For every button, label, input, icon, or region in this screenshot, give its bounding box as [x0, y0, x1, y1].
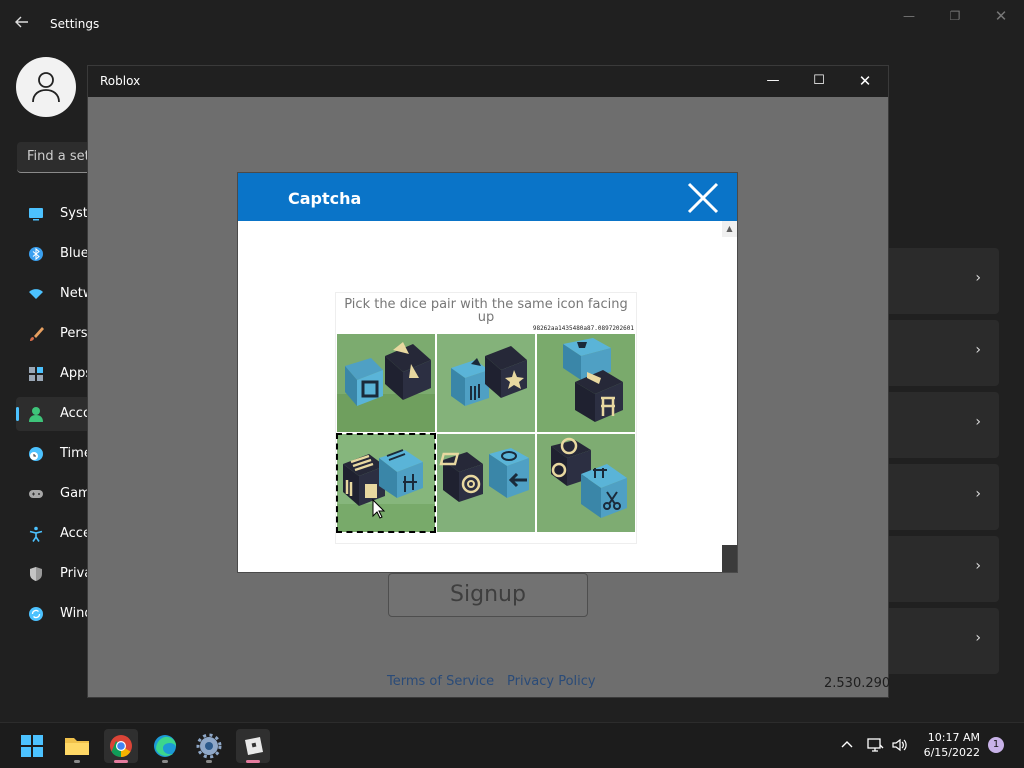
chevron-right-icon: › — [975, 486, 981, 502]
sidebar-item-accounts[interactable]: Accounts — [16, 397, 92, 431]
captcha-dialog: Captcha ▲ Pick the dice pair with the sa… — [237, 172, 738, 573]
settings-title: Settings — [50, 17, 100, 31]
person-icon — [32, 72, 60, 103]
chrome-icon[interactable] — [104, 729, 138, 763]
back-arrow-icon[interactable] — [14, 14, 34, 34]
chevron-right-icon: › — [975, 558, 981, 574]
captcha-instruction: Pick the dice pair with the same icon fa… — [344, 297, 628, 325]
file-explorer-icon[interactable] — [60, 729, 94, 763]
close-icon[interactable] — [686, 181, 720, 215]
sidebar-item-bluetooth[interactable]: Bluetooth & devices — [16, 237, 92, 271]
clock[interactable]: 10:17 AM 6/15/2022 — [918, 730, 980, 760]
shield-icon — [30, 567, 42, 581]
roblox-titlebar[interactable]: Roblox — ☐ ✕ — [88, 66, 888, 97]
roblox-title: Roblox — [100, 74, 141, 88]
refresh-icon — [29, 607, 43, 621]
monitor-icon — [29, 208, 43, 221]
sidebar-item-accessibility[interactable]: Accessibility — [16, 517, 92, 551]
sidebar-item-network[interactable]: Network & internet — [16, 277, 92, 311]
sidebar-item-apps[interactable]: Apps — [16, 357, 92, 391]
settings-card[interactable]: › — [889, 392, 999, 458]
scroll-up-arrow-icon[interactable]: ▲ — [722, 221, 737, 237]
settings-card[interactable]: › — [889, 320, 999, 386]
clock-date: 6/15/2022 — [923, 746, 980, 759]
settings-card[interactable]: › — [889, 608, 999, 674]
scrollbar-thumb[interactable] — [722, 237, 737, 545]
scrollbar-track-lower — [722, 545, 737, 572]
chevron-right-icon: › — [975, 270, 981, 286]
gamepad-icon — [29, 490, 43, 498]
captcha-tile-selected[interactable] — [336, 433, 436, 533]
clock-globe-icon — [29, 447, 43, 461]
chevron-right-icon: › — [975, 414, 981, 430]
accessibility-icon — [29, 526, 43, 542]
chevron-up-icon[interactable] — [840, 737, 854, 755]
version-label: 2.530.290 — [824, 676, 891, 691]
captcha-tile[interactable] — [437, 334, 535, 432]
running-indicator — [162, 760, 168, 763]
roblox-icon[interactable] — [236, 729, 270, 763]
sidebar-item-gaming[interactable]: Gaming — [16, 477, 92, 511]
chevron-right-icon: › — [975, 342, 981, 358]
privacy-policy-link[interactable]: Privacy Policy — [507, 674, 596, 689]
scrollbar[interactable]: ▲ — [722, 221, 737, 572]
minimize-icon[interactable]: — — [897, 8, 921, 24]
network-icon[interactable] — [866, 737, 884, 757]
running-indicator — [114, 760, 128, 763]
notification-badge[interactable]: 1 — [988, 737, 1004, 753]
bluetooth-icon — [29, 247, 43, 261]
minimize-icon[interactable]: — — [758, 72, 788, 90]
signup-button[interactable]: Signup — [388, 573, 588, 617]
captcha-header: Captcha — [238, 173, 737, 221]
sidebar-item-windows-update[interactable]: Windows Update — [16, 597, 92, 631]
sidebar-item-system[interactable]: System — [16, 197, 92, 231]
captcha-tile[interactable] — [537, 334, 635, 432]
edge-icon[interactable] — [148, 729, 182, 763]
captcha-session-id: 98262aa1435480a87.0897202601 — [532, 325, 634, 332]
captcha-tile[interactable] — [437, 434, 535, 532]
maximize-icon[interactable]: ☐ — [804, 72, 834, 90]
close-icon[interactable]: ✕ — [989, 8, 1013, 24]
sidebar-item-privacy[interactable]: Privacy & security — [16, 557, 92, 591]
person-icon — [29, 407, 43, 422]
captcha-puzzle: Pick the dice pair with the same icon fa… — [335, 292, 637, 544]
running-indicator — [74, 760, 80, 763]
captcha-tile[interactable] — [337, 334, 435, 432]
taskbar: 10:17 AM 6/15/2022 1 — [0, 722, 1024, 768]
restore-icon[interactable]: ❐ — [943, 8, 967, 24]
chevron-right-icon: › — [975, 630, 981, 646]
settings-card[interactable]: › — [889, 464, 999, 530]
volume-icon[interactable] — [891, 737, 909, 757]
sidebar-item-time-language[interactable]: Time & language — [16, 437, 92, 471]
close-icon[interactable]: ✕ — [850, 72, 880, 90]
captcha-tile[interactable] — [537, 434, 635, 532]
running-indicator — [246, 760, 260, 763]
sidebar-item-personalization[interactable]: Personalization — [16, 317, 92, 351]
wifi-icon — [29, 289, 43, 299]
settings-card[interactable]: › — [889, 536, 999, 602]
search-input[interactable]: Find a setting — [17, 142, 92, 173]
terms-of-service-link[interactable]: Terms of Service — [387, 674, 494, 689]
settings-icon[interactable] — [192, 729, 226, 763]
brush-icon — [30, 327, 44, 341]
avatar[interactable] — [16, 57, 76, 117]
clock-time: 10:17 AM — [927, 731, 980, 744]
windows-start-icon[interactable] — [15, 729, 49, 763]
captcha-title: Captcha — [288, 189, 362, 208]
settings-card[interactable]: › — [889, 248, 999, 314]
captcha-grid — [336, 334, 635, 533]
apps-icon — [29, 367, 43, 381]
running-indicator — [206, 760, 212, 763]
